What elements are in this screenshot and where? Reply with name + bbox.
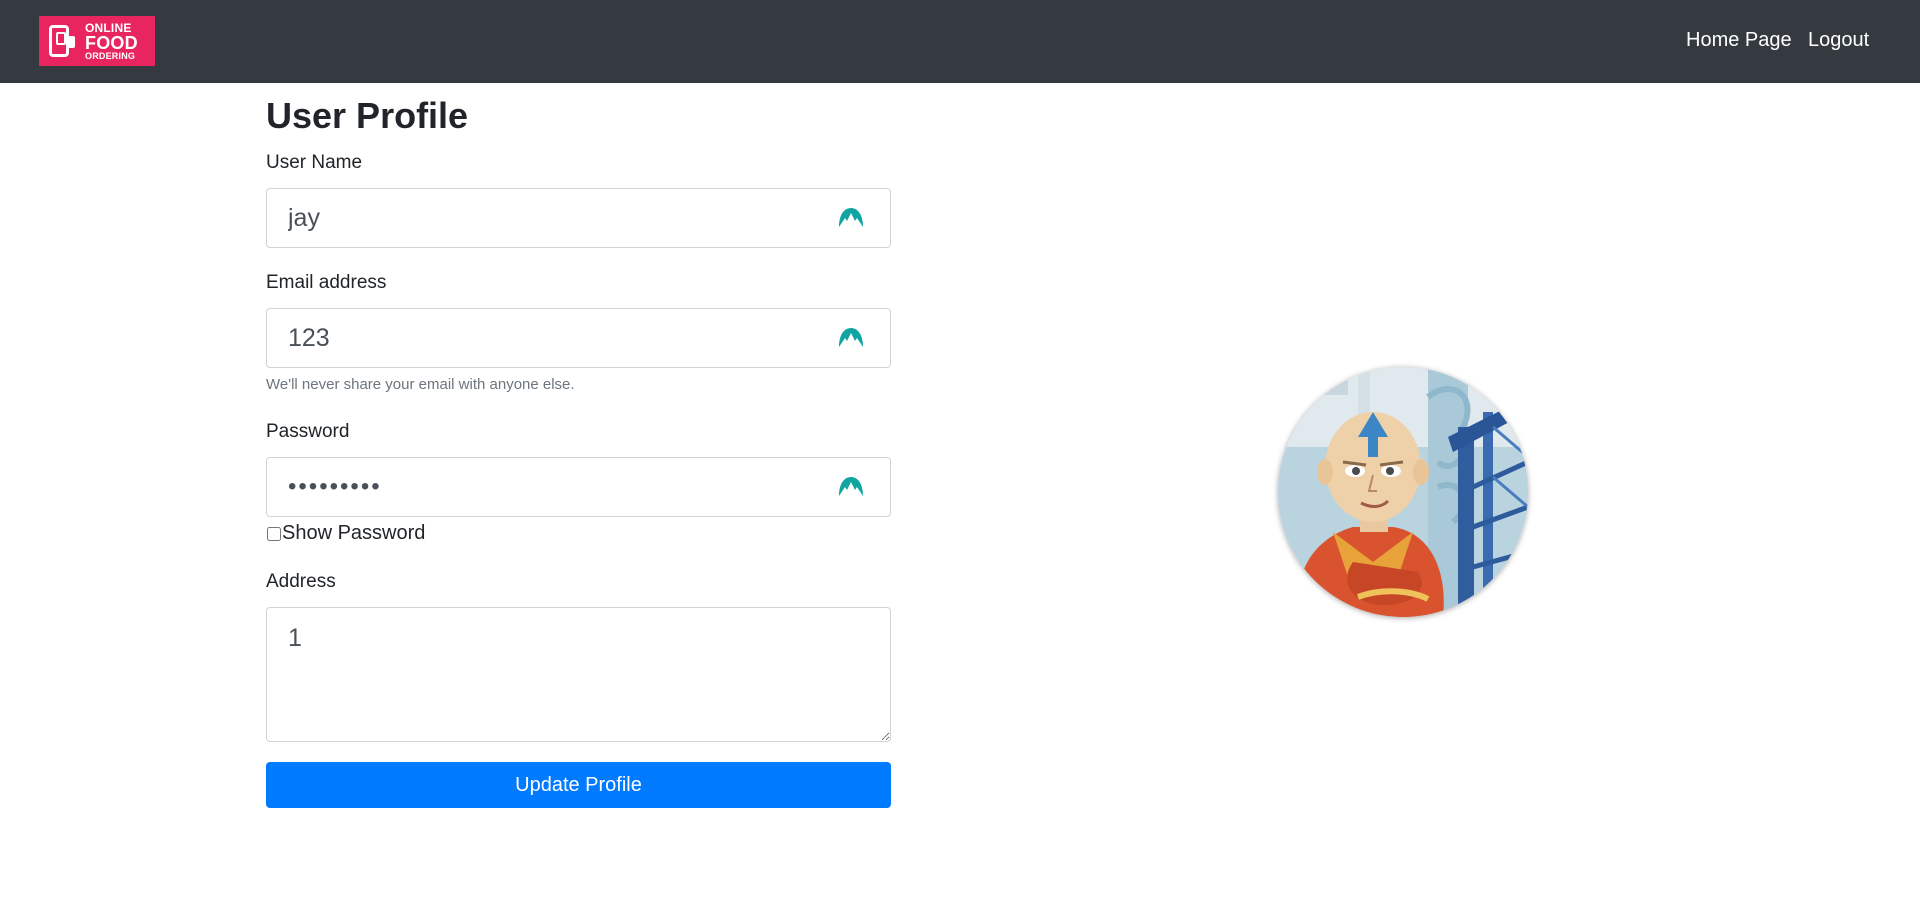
username-label: User Name	[266, 152, 363, 173]
top-navbar: ONLINE FOOD ORDERING Home Page Logout	[0, 0, 1920, 83]
home-page-link[interactable]: Home Page	[1686, 29, 1792, 52]
logo-line-1: ONLINE	[85, 20, 132, 35]
address-label: Address	[266, 571, 336, 592]
show-password-label[interactable]: Show Password	[282, 522, 425, 545]
nordpass-autofill-icon[interactable]	[838, 326, 864, 348]
nordpass-autofill-icon[interactable]	[838, 475, 864, 497]
show-password-checkbox[interactable]	[267, 526, 281, 541]
email-help-text: We'll never share your email with anyone…	[266, 376, 575, 393]
logo-line-2: FOOD	[85, 32, 138, 53]
password-input[interactable]	[266, 457, 891, 517]
profile-photo	[1278, 367, 1528, 617]
show-password-control: Show Password	[266, 522, 425, 545]
email-label: Email address	[266, 272, 387, 293]
brand-logo[interactable]: ONLINE FOOD ORDERING	[39, 16, 155, 66]
brand-logo-text: ONLINE FOOD ORDERING	[85, 22, 138, 61]
username-input[interactable]	[266, 188, 891, 248]
nordpass-autofill-icon[interactable]	[838, 206, 864, 228]
update-profile-button[interactable]: Update Profile	[266, 762, 891, 808]
email-input[interactable]	[266, 308, 891, 368]
address-textarea[interactable]	[266, 607, 891, 742]
logo-line-3: ORDERING	[85, 50, 136, 61]
password-label: Password	[266, 421, 350, 442]
logout-link[interactable]: Logout	[1808, 29, 1869, 52]
page-title: User Profile	[266, 95, 469, 136]
profile-avatar	[1278, 367, 1528, 617]
phone-icon	[49, 25, 75, 57]
